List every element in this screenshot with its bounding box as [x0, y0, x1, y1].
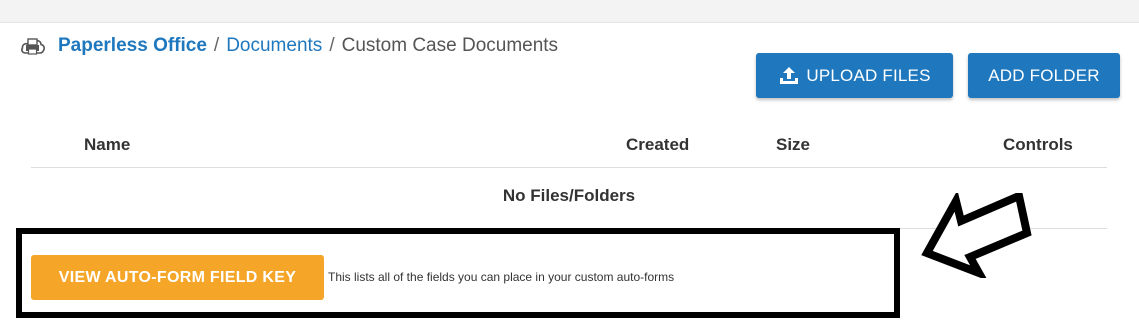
- cloud-printer-icon: [21, 38, 45, 55]
- view-field-key-label: VIEW AUTO-FORM FIELD KEY: [58, 268, 297, 286]
- breadcrumb-separator: /: [329, 35, 335, 56]
- upload-files-label: UPLOAD FILES: [806, 65, 931, 85]
- upload-icon: [780, 66, 799, 84]
- breadcrumb: Paperless Office / Documents / Custom Ca…: [20, 35, 558, 57]
- view-field-key-button[interactable]: VIEW AUTO-FORM FIELD KEY: [31, 255, 324, 300]
- column-header-created[interactable]: Created: [626, 135, 689, 155]
- add-folder-button[interactable]: ADD FOLDER: [968, 53, 1120, 98]
- column-header-name[interactable]: Name: [84, 135, 130, 155]
- arrow-pointer-icon: [921, 193, 1032, 278]
- breadcrumb-home-link[interactable]: Paperless Office: [58, 35, 207, 57]
- breadcrumb-documents-link[interactable]: Documents: [226, 35, 322, 57]
- field-key-description: This lists all of the fields you can pla…: [328, 270, 675, 284]
- breadcrumb-current: Custom Case Documents: [341, 35, 559, 56]
- breadcrumb-separator: /: [213, 35, 220, 56]
- column-header-controls: Controls: [1003, 135, 1073, 154]
- add-folder-label: ADD FOLDER: [988, 65, 1100, 85]
- table-header: Name Created Size Controls: [31, 131, 1107, 168]
- column-header-size[interactable]: Size: [776, 135, 810, 155]
- upload-files-button[interactable]: UPLOAD FILES: [756, 53, 953, 98]
